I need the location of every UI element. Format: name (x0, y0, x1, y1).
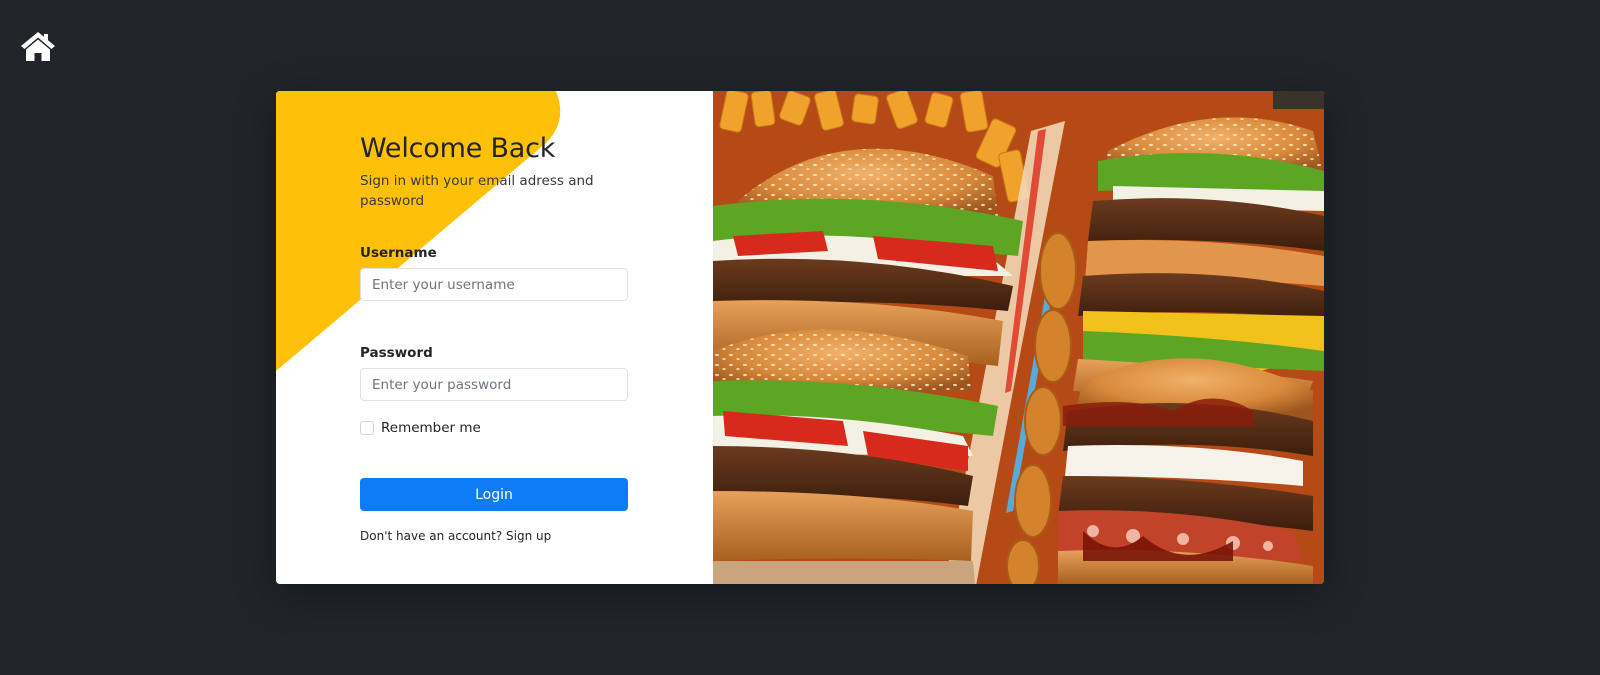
login-form-pane: Welcome Back Sign in with your email adr… (276, 91, 713, 584)
username-input[interactable] (360, 268, 628, 301)
password-label: Password (360, 345, 433, 361)
signup-link[interactable]: Sign up (506, 529, 551, 543)
login-form: Welcome Back Sign in with your email adr… (360, 133, 628, 544)
home-icon (21, 32, 55, 61)
hero-image (713, 91, 1324, 584)
signup-prompt-row: Don't have an account? Sign up (360, 528, 628, 544)
signup-prompt-text: Don't have an account? (360, 529, 503, 543)
home-link[interactable] (20, 30, 56, 62)
burgers-and-fries-photo (713, 91, 1324, 584)
remember-me-row: Remember me (360, 418, 628, 438)
login-button[interactable]: Login (360, 478, 628, 511)
remember-me-checkbox[interactable] (360, 421, 374, 435)
remember-me-label[interactable]: Remember me (381, 420, 481, 436)
username-label: Username (360, 245, 437, 261)
page-subtitle: Sign in with your email adress and passw… (360, 173, 594, 209)
password-input[interactable] (360, 368, 628, 401)
login-card: Welcome Back Sign in with your email adr… (276, 91, 1324, 584)
page-title: Welcome Back (360, 133, 556, 164)
